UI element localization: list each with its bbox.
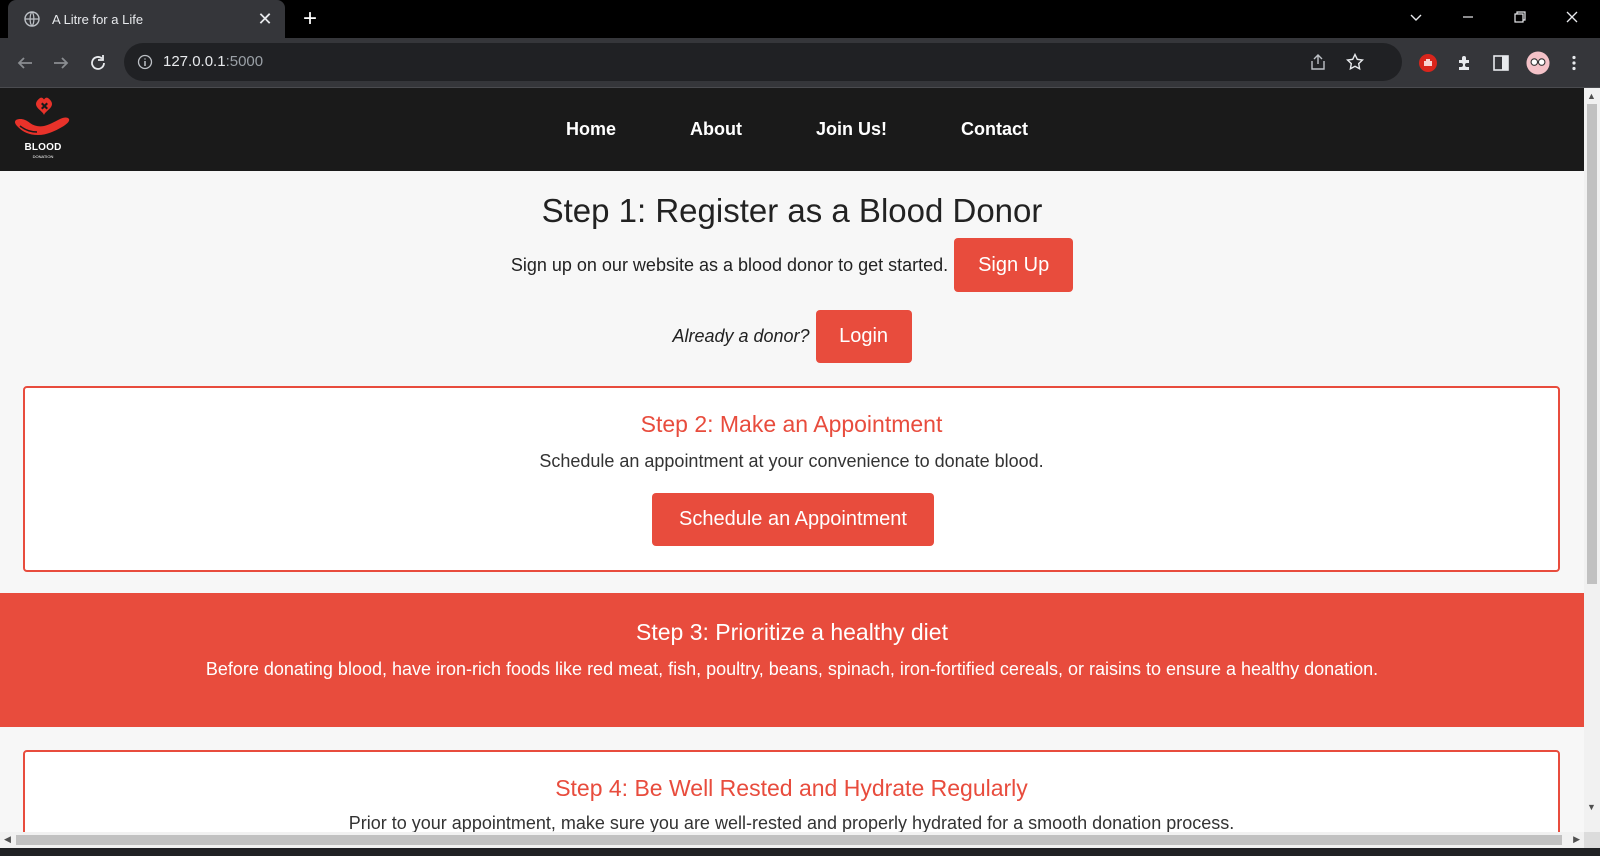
extensions-puzzle-icon[interactable] [1453,51,1477,75]
horizontal-scrollbar[interactable]: ◀ ▶ [0,832,1584,848]
step1-signup-row: Sign up on our website as a blood donor … [0,238,1584,292]
sign-up-button[interactable]: Sign Up [954,238,1074,292]
step4-text: Prior to your appointment, make sure you… [348,813,1235,832]
adblock-extension-icon[interactable] [1416,51,1440,75]
browser-tab-strip: A Litre for a Life ✕ + [0,0,1600,38]
url-text[interactable]: 127.0.0.1:5000 [163,53,263,70]
nav-about[interactable]: About [690,119,742,140]
step1-text: Sign up on our website as a blood donor … [510,254,949,275]
minimize-icon[interactable] [1443,0,1493,34]
site-info-icon[interactable] [137,54,153,70]
scroll-down-icon[interactable]: ▼ [1587,802,1596,812]
step4-title: Step 4: Be Well Rested and Hydrate Regul… [555,775,1028,801]
scroll-right-icon[interactable]: ▶ [1573,834,1580,845]
browser-tab[interactable]: A Litre for a Life ✕ [8,0,285,38]
horizontal-scroll-thumb[interactable] [16,835,1562,845]
tab-search-icon[interactable] [1391,0,1441,34]
back-icon[interactable] [13,51,37,75]
globe-icon [24,11,40,27]
profile-avatar-icon[interactable] [1526,51,1550,75]
nav-contact[interactable]: Contact [961,119,1028,140]
tab-close-icon[interactable]: ✕ [255,9,275,29]
tab-title: A Litre for a Life [52,11,144,27]
reload-icon[interactable] [86,51,110,75]
login-button[interactable]: Login [815,310,912,363]
scrollbar-corner [1584,832,1600,848]
login-prompt: Already a donor? [672,326,810,346]
schedule-appointment-button[interactable]: Schedule an Appointment [652,493,934,546]
close-window-icon[interactable] [1547,0,1597,34]
side-panel-icon[interactable] [1489,51,1513,75]
vertical-scrollbar[interactable]: ▲ ▼ [1584,88,1600,832]
restore-icon[interactable] [1495,0,1545,34]
share-icon[interactable] [1308,52,1328,72]
page-viewport: BLOOD DONATION Home About Join Us! Conta… [0,88,1584,832]
step2-card: Step 2: Make an Appointment Schedule an … [23,386,1560,572]
nav-home[interactable]: Home [566,119,616,140]
step1-login-row: Already a donor? Login [0,310,1584,363]
nav-join-us[interactable]: Join Us! [816,119,887,140]
address-bar[interactable]: 127.0.0.1:5000 [124,43,1402,81]
chrome-menu-icon[interactable] [1562,51,1586,75]
scroll-left-icon[interactable]: ◀ [4,834,11,845]
forward-icon[interactable] [49,51,73,75]
step3-title: Step 3: Prioritize a healthy diet [636,619,948,645]
step2-title: Step 2: Make an Appointment [640,411,943,437]
vertical-scroll-thumb[interactable] [1587,104,1597,584]
main-nav: Home About Join Us! Contact [0,88,1584,171]
step1-title: Step 1: Register as a Blood Donor [541,192,1043,229]
step3-banner: Step 3: Prioritize a healthy diet Before… [0,593,1584,727]
new-tab-icon[interactable]: + [298,7,322,31]
bookmark-star-icon[interactable] [1345,52,1365,72]
step4-card: Step 4: Be Well Rested and Hydrate Regul… [23,750,1560,832]
scroll-up-icon[interactable]: ▲ [1587,91,1596,101]
window-bottom-edge [0,848,1600,856]
step2-text: Schedule an appointment at your convenie… [539,451,1044,471]
site-header: BLOOD DONATION Home About Join Us! Conta… [0,88,1584,171]
step3-text: Before donating blood, have iron-rich fo… [205,659,1379,679]
browser-toolbar: 127.0.0.1:5000 [0,38,1600,88]
